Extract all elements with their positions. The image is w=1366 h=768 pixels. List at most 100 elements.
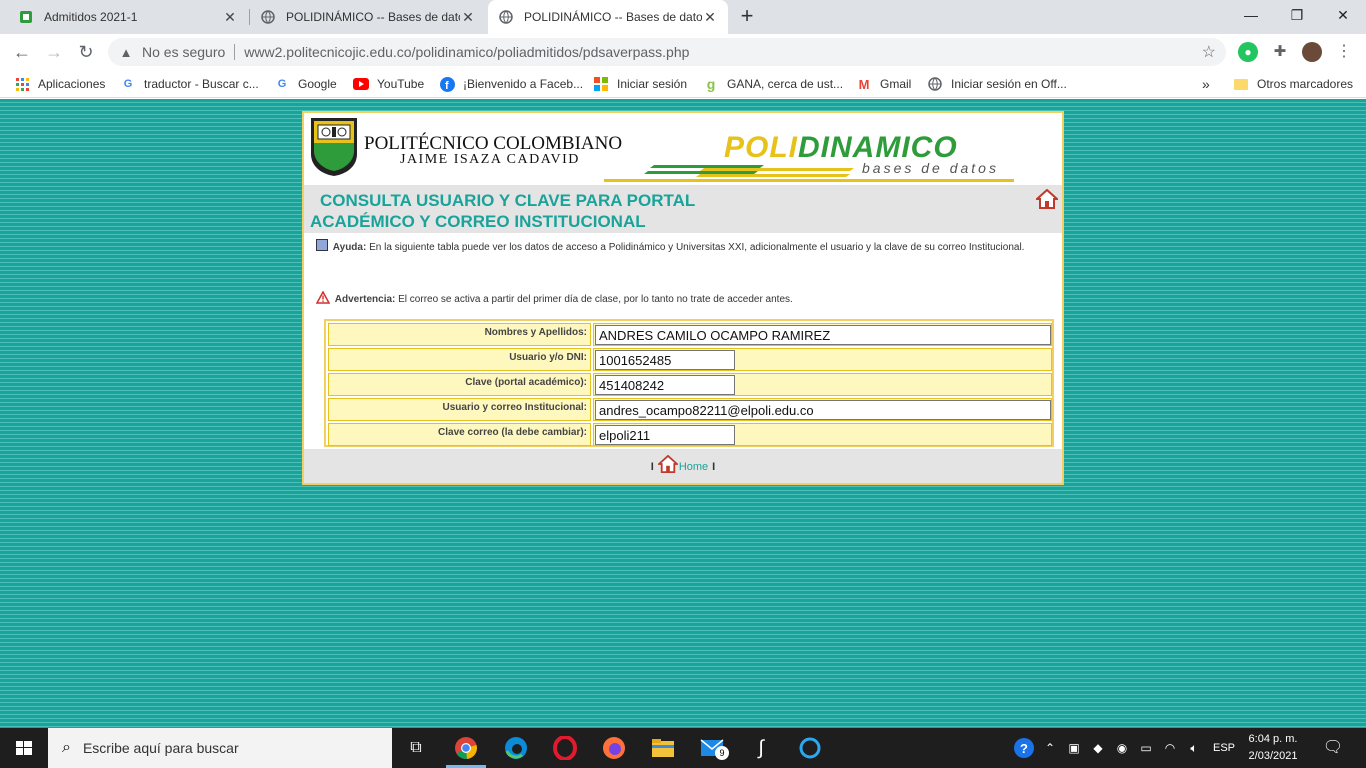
chevron-up-icon[interactable]: ⌃ <box>1040 728 1060 768</box>
field-label: Nombres y Apellidos: <box>328 323 591 346</box>
facebook-icon: f <box>439 76 455 92</box>
bookmark-star-icon[interactable]: ☆ <box>1202 42 1216 62</box>
svg-text:f: f <box>445 80 449 92</box>
bookmark-office[interactable]: Iniciar sesión en Off... <box>927 75 1067 93</box>
browser-toolbar: ← → ↻ ▲ No es seguro www2.politecnicojic… <box>0 34 1366 70</box>
tab-polidinamico-1[interactable]: POLIDINÁMICO -- Bases de dato ✕ <box>250 0 486 34</box>
forward-arrow-icon[interactable]: → <box>42 40 66 64</box>
email-password-field[interactable] <box>595 425 735 445</box>
table-row: Usuario y correo Institucional: <box>328 398 1052 421</box>
tab-title: Admitidos 2021-1 <box>44 10 138 24</box>
windows-start-button[interactable] <box>0 728 48 768</box>
page-viewport: POLITÉCNICO COLOMBIANO JAIME ISAZA CADAV… <box>0 99 1366 728</box>
brand-part1: POLI <box>724 131 799 164</box>
bookmark-gmail[interactable]: M Gmail <box>856 75 912 93</box>
minimize-button[interactable]: — <box>1228 0 1274 30</box>
extensions-puzzle-icon[interactable]: ✚ <box>1270 42 1290 62</box>
help-tray-icon[interactable]: ? <box>1012 728 1036 768</box>
reload-icon[interactable]: ↻ <box>74 40 98 64</box>
home-icon[interactable] <box>1036 189 1058 209</box>
user-dni-field[interactable] <box>595 350 735 370</box>
portal-password-field[interactable] <box>595 375 735 395</box>
full-name-field[interactable] <box>595 325 1051 345</box>
globe-icon <box>498 9 514 25</box>
warning-triangle-icon[interactable]: ▲ <box>118 45 134 60</box>
bookmark-label: Iniciar sesión en Off... <box>951 77 1067 91</box>
edge-icon[interactable] <box>502 734 530 762</box>
firefox-icon[interactable] <box>600 734 628 762</box>
other-bookmarks[interactable]: Otros marcadores <box>1233 75 1353 93</box>
banner-gold-line <box>604 179 1014 182</box>
windows-logo-icon <box>16 741 32 755</box>
cortana-icon[interactable] <box>796 734 824 762</box>
opera-icon[interactable] <box>551 734 579 762</box>
bookmark-label: Otros marcadores <box>1257 77 1354 91</box>
close-tab-icon[interactable]: ✕ <box>702 9 718 26</box>
system-clock[interactable]: 6:04 p. m. 2/03/2021 <box>1240 731 1306 765</box>
bookmark-youtube[interactable]: YouTube <box>353 75 424 93</box>
omnibox-divider <box>234 44 236 60</box>
file-explorer-icon[interactable] <box>649 734 677 762</box>
app-s-icon[interactable]: ∫ <box>747 734 775 762</box>
back-arrow-icon[interactable]: ← <box>10 40 34 64</box>
field-cell <box>593 423 1052 446</box>
footer-bar: I Home I <box>304 449 1062 483</box>
gana-icon: g <box>706 76 716 92</box>
spreadsheet-icon <box>18 9 34 25</box>
bookmark-traductor[interactable]: G traductor - Buscar c... <box>120 75 259 93</box>
tab-admitidos[interactable]: Admitidos 2021-1 ✕ <box>8 0 248 34</box>
tab-title: POLIDINÁMICO -- Bases de dato <box>286 10 460 24</box>
page-title-line2: ACADÉMICO Y CORREO INSTITUCIONAL <box>310 212 646 231</box>
device-tray-icon[interactable]: ▣ <box>1064 728 1084 768</box>
address-bar[interactable]: ▲ No es seguro www2.politecnicojic.edu.c… <box>108 38 1226 66</box>
credentials-table: Nombres y Apellidos: Usuario y/o DNI: Cl… <box>324 319 1054 447</box>
extension-green-icon[interactable]: ● <box>1238 42 1258 62</box>
footer-separator: I <box>712 461 716 473</box>
bookmark-apps[interactable]: Aplicaciones <box>14 75 105 93</box>
language-indicator[interactable]: ESP <box>1210 728 1238 768</box>
new-tab-button[interactable]: + <box>734 5 760 29</box>
help-text: En la siguiente tabla puede ver los dato… <box>369 242 1025 253</box>
bookmark-label: Aplicaciones <box>38 77 106 91</box>
close-window-button[interactable]: ✕ <box>1320 0 1366 30</box>
home-link[interactable]: Home <box>679 461 708 473</box>
profile-avatar[interactable] <box>1302 42 1322 62</box>
network-status-icon[interactable]: ◉ <box>1112 728 1132 768</box>
volume-icon[interactable]: 🔈︎ <box>1184 728 1204 768</box>
help-label: Ayuda: <box>332 242 367 253</box>
tab-polidinamico-active[interactable]: POLIDINÁMICO -- Bases de dato ✕ <box>488 0 728 34</box>
wifi-icon[interactable]: ◠ <box>1160 728 1180 768</box>
google-icon: G <box>123 78 133 90</box>
security-label[interactable]: No es seguro <box>142 44 225 60</box>
bookmark-facebook[interactable]: f ¡Bienvenido a Faceb... <box>439 75 583 93</box>
close-tab-icon[interactable]: ✕ <box>460 9 476 26</box>
battery-icon[interactable]: ▭ <box>1136 728 1156 768</box>
task-view-icon[interactable]: ⧉ <box>402 734 430 762</box>
notifications-icon[interactable]: 🗨︎ <box>1318 728 1348 768</box>
field-label: Usuario y correo Institucional: <box>328 398 591 421</box>
bookmark-gana[interactable]: g GANA, cerca de ust... <box>703 75 843 93</box>
youtube-icon <box>353 76 369 92</box>
mail-icon[interactable]: 9 <box>698 734 729 762</box>
home-icon[interactable] <box>657 455 678 473</box>
header-banner: POLITÉCNICO COLOMBIANO JAIME ISAZA CADAV… <box>304 113 1062 185</box>
speed-stripes-graphic <box>644 165 854 177</box>
bookmarks-overflow-button[interactable]: » <box>1202 75 1210 93</box>
menu-kebab-icon[interactable]: ⋮ <box>1334 42 1354 62</box>
institution-subtitle: JAIME ISAZA CADAVID <box>400 152 580 167</box>
bookmark-label: GANA, cerca de ust... <box>727 77 844 91</box>
dropbox-icon[interactable]: ◆ <box>1088 728 1108 768</box>
microsoft-icon <box>593 76 609 92</box>
bookmark-iniciar-sesion[interactable]: Iniciar sesión <box>593 75 687 93</box>
close-tab-icon[interactable]: ✕ <box>222 9 238 26</box>
table-row: Nombres y Apellidos: <box>328 323 1052 346</box>
field-cell <box>593 398 1052 421</box>
taskbar-search-input[interactable]: ⌕ Escribe aquí para buscar <box>48 728 392 768</box>
url-text[interactable]: www2.politecnicojic.edu.co/polidinamico/… <box>244 44 689 60</box>
bookmark-google[interactable]: G Google <box>274 75 337 93</box>
maximize-button[interactable]: ❐ <box>1274 0 1320 30</box>
folder-icon <box>1233 76 1249 92</box>
bookmark-label: Iniciar sesión <box>617 77 688 91</box>
institutional-email-field[interactable] <box>595 400 1051 420</box>
chrome-icon[interactable] <box>452 734 480 762</box>
